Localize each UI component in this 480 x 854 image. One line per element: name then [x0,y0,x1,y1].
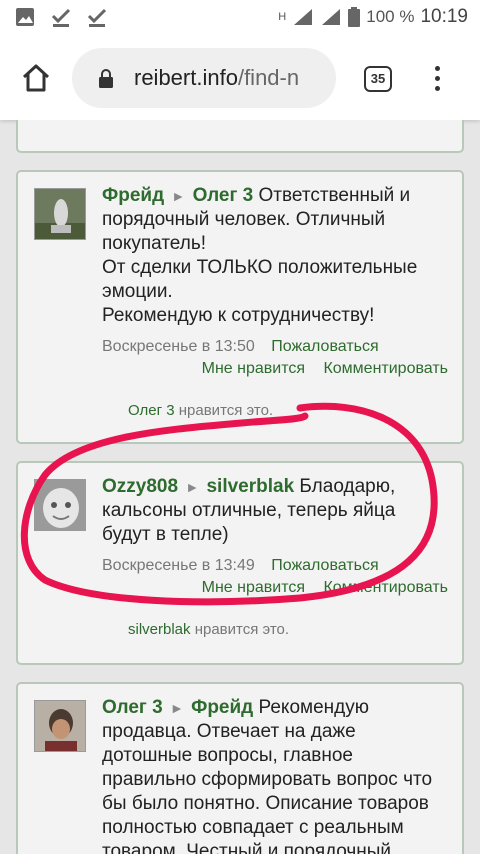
post-message: Ozzy808 ► silverblak Блаодарю, кальсоны … [102,475,454,547]
post-message: Фрейд ► Олег 3 Ответственный и порядочны… [102,184,454,328]
message-line: кальсоны отличные, теперь яйца [102,500,396,521]
download-done-icon [51,8,71,27]
post-meta: Воскресенье в 13:50 Пожаловаться [102,338,379,356]
signal-icon-2 [322,9,341,25]
message-line: Блаодарю, [299,476,396,497]
address-bar[interactable]: reibert.info/find-n [72,48,336,108]
home-icon[interactable] [20,62,52,94]
url-domain: reibert.info [134,65,238,90]
liker-link[interactable]: Олег 3 [128,402,175,419]
url-text: reibert.info/find-n [134,65,299,91]
message-line: полностью совпадает с реальным [102,817,404,838]
message-line: эмоции. [102,281,173,302]
author-link[interactable]: Олег 3 [102,697,163,718]
battery-percent: 100 % [366,7,415,26]
profile-post-card: Фрейд ► Олег 3 Ответственный и порядочны… [16,170,464,444]
network-type: H [278,11,287,23]
message-line: бы было понятно. Описание товаров [102,793,429,814]
previous-post-card [16,120,464,153]
message-line: порядочный человек. Отличный [102,209,386,230]
arrow-right-icon: ► [185,479,200,495]
like-link[interactable]: Мне нравится [202,579,305,596]
message-line: дотошные вопросы, главное [102,745,353,766]
post-time[interactable]: Воскресенье в 13:50 [102,338,255,355]
recipient-link[interactable]: silverblak [206,476,294,497]
recipient-link[interactable]: Олег 3 [193,185,254,206]
arrow-right-icon: ► [171,188,186,204]
message-line: Рекомендую [258,697,369,718]
clock: 10:19 [420,6,468,27]
author-link[interactable]: Фрейд [102,185,164,206]
likes-summary: Олег 3 нравится это. [128,402,273,419]
browser-toolbar: reibert.info/find-n 35 [0,36,480,120]
avatar[interactable] [34,700,86,752]
profile-post-card: Ozzy808 ► silverblak Блаодарю, кальсоны … [16,461,464,665]
profile-posts-feed: Фрейд ► Олег 3 Ответственный и порядочны… [0,120,480,854]
post-time[interactable]: Воскресенье в 13:49 [102,557,255,574]
arrow-right-icon: ► [169,700,184,716]
message-line: Рекомендую к сотрудничеству! [102,305,375,326]
likes-summary: silverblak нравится это. [128,621,289,638]
status-bar: H 100 % 10:19 [0,0,480,36]
likes-text: нравится это. [194,621,290,638]
signal-icon [294,9,313,25]
message-line: От сделки ТОЛЬКО положительные [102,257,418,278]
message-line: правильно сформировать вопрос что [102,769,433,790]
message-line: Ответственный и [258,185,411,206]
gallery-notification-icon [16,8,34,26]
comment-link[interactable]: Комментировать [323,579,448,596]
author-link[interactable]: Ozzy808 [102,476,178,497]
message-line: будут в тепле) [102,524,229,545]
overflow-menu-icon[interactable] [430,66,444,94]
recipient-link[interactable]: Фрейд [191,697,253,718]
profile-post-card: Олег 3 ► Фрейд Рекомендую продавца. Отве… [16,682,464,854]
url-path: /find-n [237,65,300,90]
message-line: продавца. Отвечает на даже [102,721,356,742]
lock-icon [99,69,113,88]
post-message: Олег 3 ► Фрейд Рекомендую продавца. Отве… [102,696,454,854]
post-actions: Мне нравится Комментировать [202,579,448,597]
message-line: покупатель! [102,233,207,254]
report-link[interactable]: Пожаловаться [271,338,378,355]
battery-icon [348,7,361,27]
likes-text: нравится это. [178,402,274,419]
like-link[interactable]: Мне нравится [202,360,305,377]
avatar[interactable] [34,479,86,531]
avatar[interactable] [34,188,86,240]
post-meta: Воскресенье в 13:49 Пожаловаться [102,557,379,575]
post-actions: Мне нравится Комментировать [202,360,448,378]
comment-link[interactable]: Комментировать [323,360,448,377]
download-done-icon-2 [87,8,107,27]
tab-switcher-button[interactable]: 35 [364,66,392,92]
report-link[interactable]: Пожаловаться [271,557,378,574]
liker-link[interactable]: silverblak [128,621,191,638]
message-line: товаром. Честный и порядочный [102,841,392,854]
